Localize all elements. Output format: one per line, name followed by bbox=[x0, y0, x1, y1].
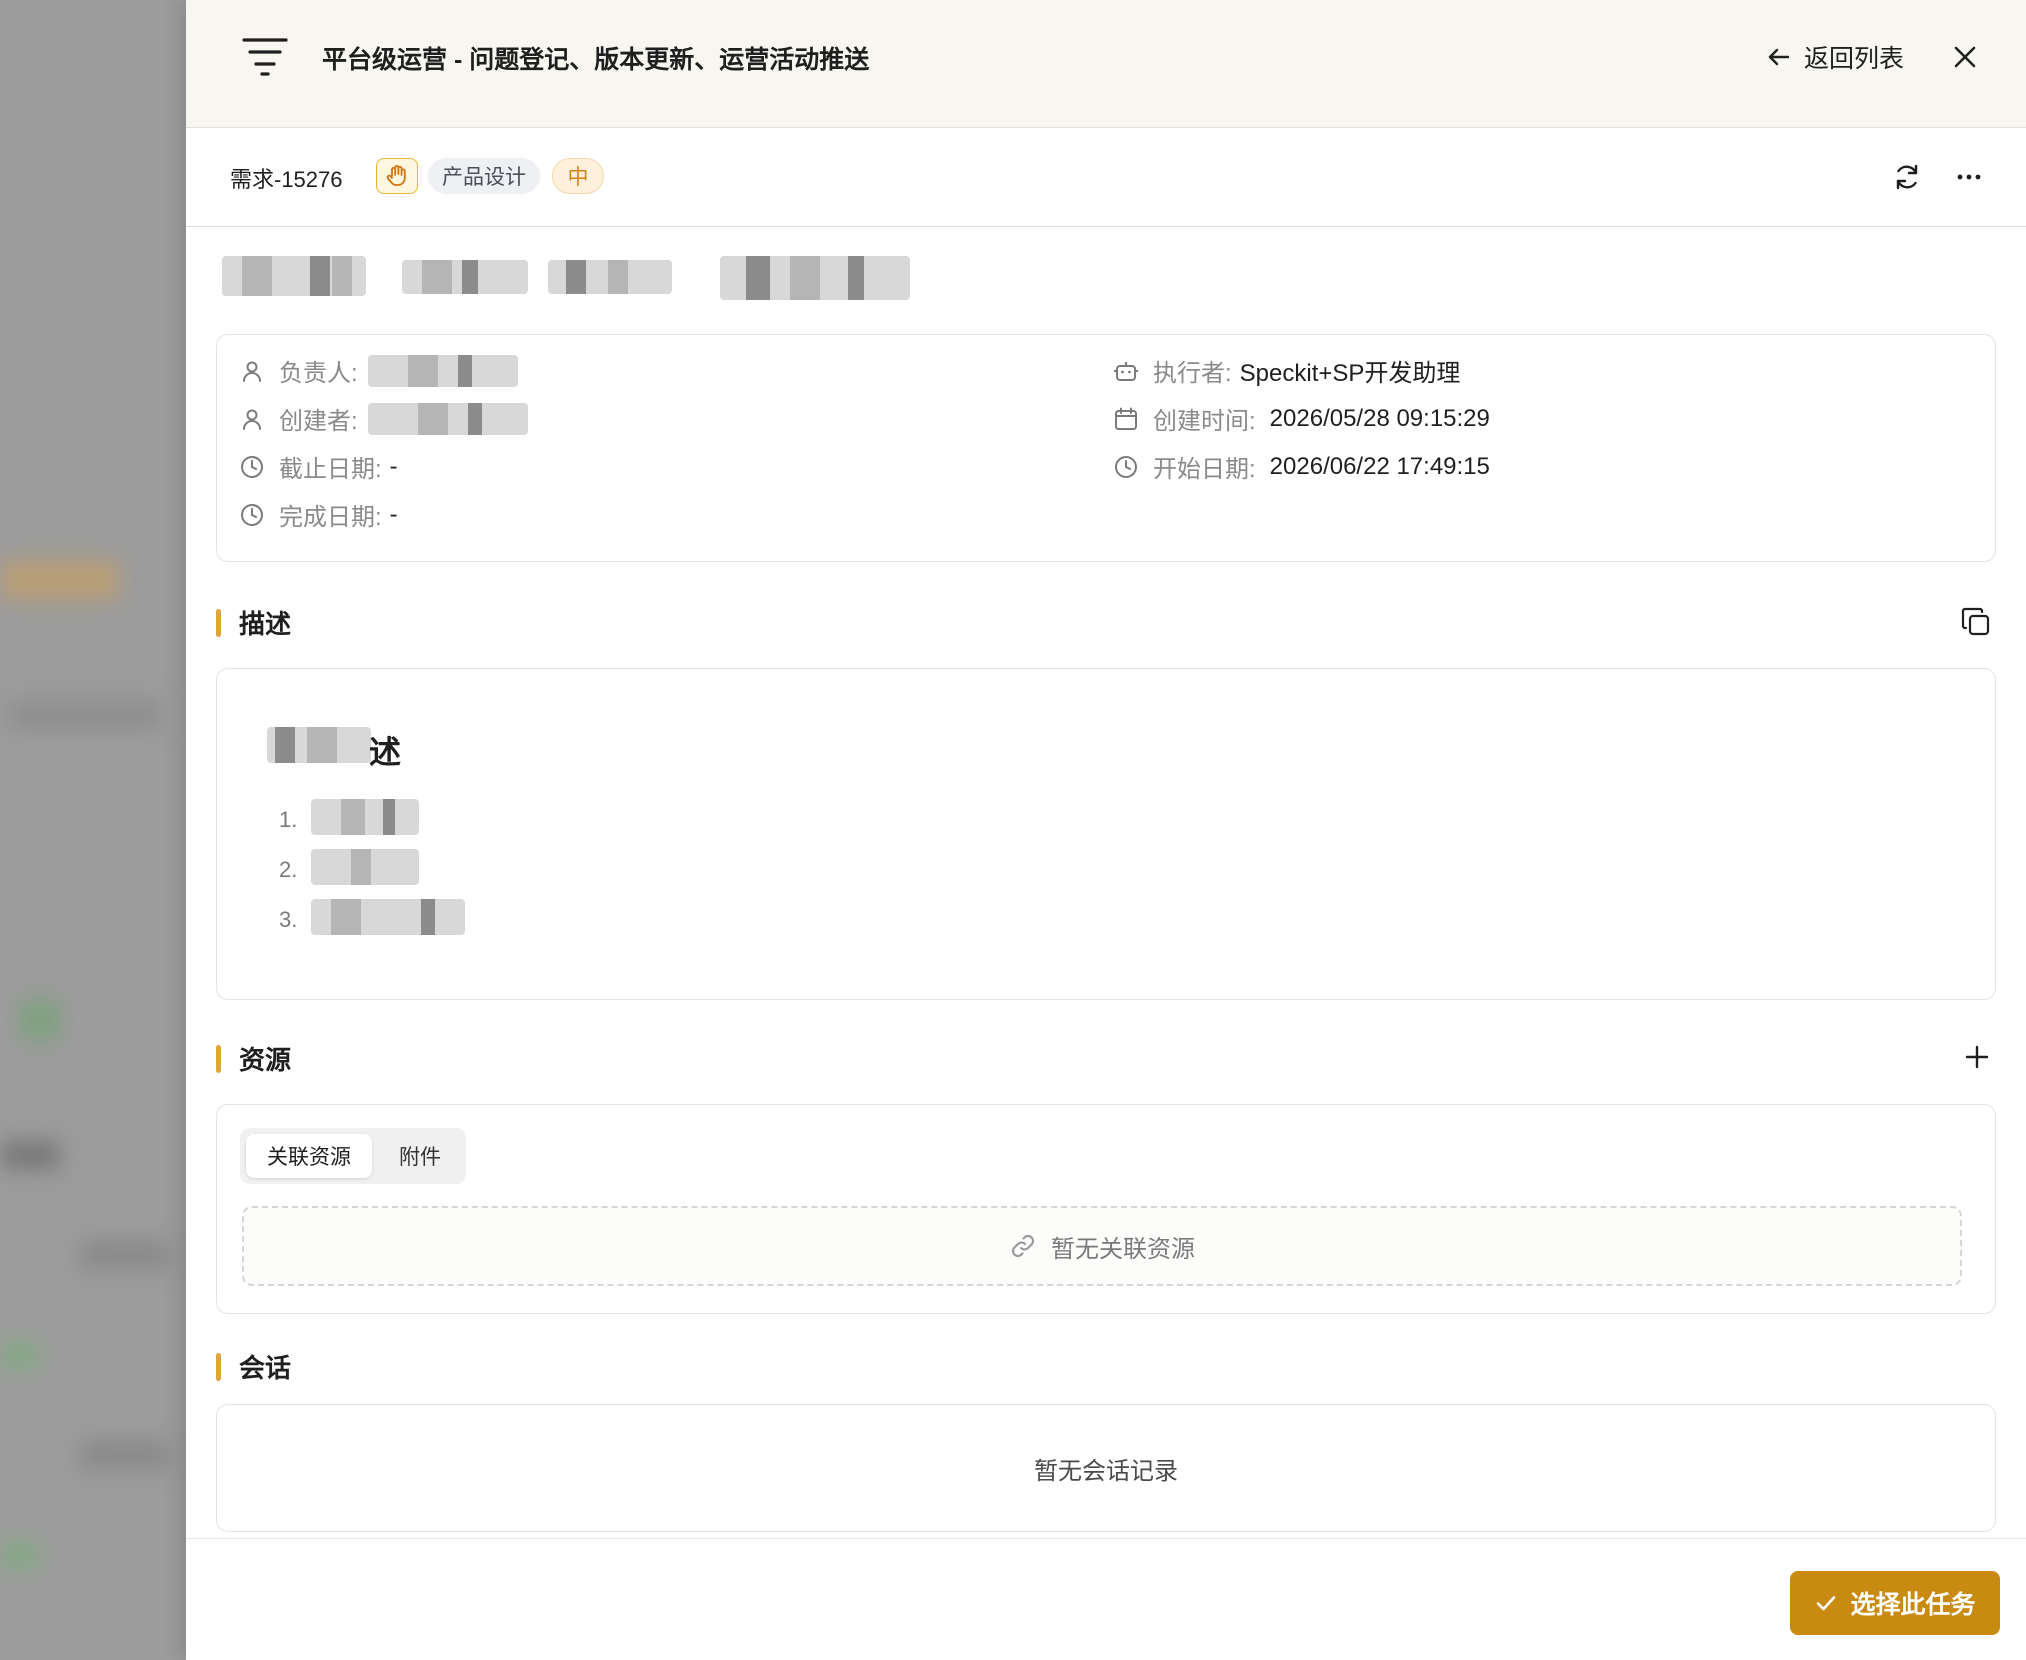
select-task-button[interactable]: 选择此任务 bbox=[1790, 1571, 2000, 1635]
owner-label: 负责人: bbox=[279, 360, 358, 387]
robot-icon bbox=[1114, 361, 1138, 381]
list-number-3: 3. bbox=[279, 907, 298, 932]
created-time-label: 创建时间: bbox=[1153, 408, 1256, 435]
clock-icon bbox=[1115, 455, 1137, 478]
redacted-description-heading bbox=[267, 727, 371, 763]
task-detail-drawer: 平台级运营 - 问题登记、版本更新、运营活动推送 返回列表 需求-15276 产… bbox=[186, 0, 2026, 1660]
created-time-value: 2026/05/28 09:15:29 bbox=[1269, 404, 1490, 432]
back-to-list-button[interactable]: 返回列表 bbox=[1766, 38, 1904, 76]
created-time-row: 创建时间: 2026/05/28 09:15:29 bbox=[1113, 401, 1490, 436]
section-accent-bar bbox=[216, 608, 221, 637]
tab-attachments[interactable]: 附件 bbox=[380, 1134, 460, 1178]
creator-label: 创建者: bbox=[279, 408, 358, 435]
redacted-list-item-3 bbox=[311, 899, 465, 935]
detail-content[interactable]: 负责人: 创建者: 截止日期: - 完成日期: - 执行者: Speckit+S… bbox=[186, 228, 2026, 1538]
redacted-list-item-1 bbox=[311, 799, 419, 835]
list-number-2: 2. bbox=[279, 857, 298, 882]
info-card: 负责人: 创建者: 截止日期: - 完成日期: - 执行者: Speckit+S… bbox=[216, 334, 1996, 562]
link-icon bbox=[1011, 1234, 1035, 1258]
clock-icon bbox=[241, 503, 263, 526]
start-date-label: 开始日期: bbox=[1153, 456, 1256, 483]
task-meta-bar: 需求-15276 产品设计 中 bbox=[186, 128, 2026, 227]
creator-row: 创建者: bbox=[239, 401, 528, 436]
blurred-background bbox=[0, 0, 186, 1660]
back-label: 返回列表 bbox=[1804, 45, 1905, 73]
redacted-list-item-2 bbox=[311, 849, 419, 885]
drawer-footer: 选择此任务 bbox=[186, 1538, 2026, 1660]
executor-label: 执行者: bbox=[1153, 360, 1232, 387]
start-date-value: 2026/06/22 17:49:15 bbox=[1269, 452, 1490, 480]
hand-icon bbox=[386, 165, 406, 186]
executor-row: 执行者: Speckit+SP开发助理 bbox=[1113, 353, 1460, 388]
priority-badge: 中 bbox=[552, 158, 604, 194]
redacted-owner bbox=[367, 354, 518, 387]
tab-linked-resources[interactable]: 关联资源 bbox=[246, 1134, 372, 1178]
add-resource-icon[interactable] bbox=[1962, 1042, 1992, 1072]
owner-row: 负责人: bbox=[239, 353, 518, 388]
completed-row: 完成日期: - bbox=[239, 497, 398, 532]
more-options-icon[interactable] bbox=[1954, 162, 1984, 192]
close-icon[interactable] bbox=[1950, 42, 1980, 72]
refresh-icon[interactable] bbox=[1892, 162, 1922, 192]
conversation-card: 暂无会话记录 bbox=[216, 1404, 1996, 1532]
resource-tabs: 关联资源 附件 bbox=[240, 1128, 466, 1184]
executor-value: Speckit+SP开发助理 bbox=[1239, 360, 1461, 387]
filter-menu-icon[interactable] bbox=[242, 36, 288, 76]
deadline-row: 截止日期: - bbox=[239, 449, 398, 484]
redacted-subtitle bbox=[222, 256, 912, 300]
category-tag: 产品设计 bbox=[428, 158, 540, 194]
clock-icon bbox=[241, 455, 263, 478]
completed-label: 完成日期: bbox=[279, 504, 382, 531]
empty-resources-text: 暂无关联资源 bbox=[1051, 1235, 1195, 1263]
check-icon bbox=[1817, 1596, 1836, 1611]
user-icon bbox=[243, 409, 261, 430]
completed-value: - bbox=[389, 500, 398, 528]
linked-resources-empty: 暂无关联资源 bbox=[242, 1206, 1962, 1286]
user-icon bbox=[243, 361, 261, 382]
resources-section-title: 资源 bbox=[216, 1040, 291, 1077]
drawer-header: 平台级运营 - 问题登记、版本更新、运营活动推送 返回列表 bbox=[186, 0, 2026, 128]
section-accent-bar bbox=[216, 1352, 221, 1381]
requirement-id: 需求-15276 bbox=[230, 167, 343, 192]
task-title: 平台级运营 - 问题登记、版本更新、运营活动推送 bbox=[322, 46, 870, 74]
conversation-section-title: 会话 bbox=[216, 1348, 291, 1385]
select-task-label: 选择此任务 bbox=[1850, 1591, 1976, 1619]
redacted-creator bbox=[367, 402, 528, 435]
deadline-value: - bbox=[389, 452, 398, 480]
claim-tag bbox=[376, 158, 418, 194]
copy-icon[interactable] bbox=[1960, 606, 1992, 638]
start-date-row: 开始日期: 2026/06/22 17:49:15 bbox=[1113, 449, 1490, 484]
calendar-icon bbox=[1115, 407, 1137, 430]
description-section-title: 描述 bbox=[216, 604, 291, 641]
description-heading-suffix: 述 bbox=[369, 734, 402, 770]
deadline-label: 截止日期: bbox=[279, 456, 382, 483]
arrow-left-icon bbox=[1768, 48, 1790, 66]
list-number-1: 1. bbox=[279, 807, 298, 832]
section-accent-bar bbox=[216, 1044, 221, 1073]
description-card: 述 1. 2. 3. bbox=[216, 668, 1996, 1000]
empty-conversation-text: 暂无会话记录 bbox=[1034, 1457, 1178, 1485]
